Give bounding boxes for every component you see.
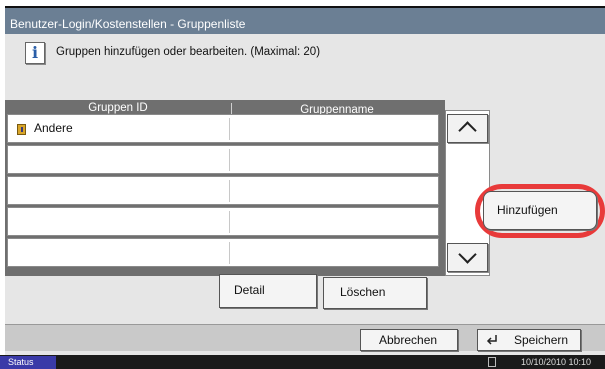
info-message: Gruppen hinzufügen oder bearbeiten. (Max…	[56, 46, 321, 58]
enter-icon	[486, 335, 497, 345]
table-row[interactable]	[7, 145, 439, 174]
date-time: 10/10/2010 10:10	[521, 357, 592, 367]
memory-card-icon	[488, 357, 496, 367]
chevron-up-icon	[458, 121, 477, 140]
table-row[interactable]	[7, 176, 439, 205]
add-button-label: Hinzufügen	[497, 203, 558, 217]
status-button[interactable]: Status	[0, 356, 56, 369]
status-bar	[0, 355, 605, 369]
detail-button[interactable]: Detail	[219, 274, 317, 308]
cell-divider	[229, 211, 230, 233]
table-row[interactable]: Andere	[7, 114, 439, 143]
cell-divider	[229, 149, 230, 171]
group-icon	[17, 124, 26, 135]
delete-button[interactable]: Löschen	[323, 277, 427, 309]
window-title: Benutzer-Login/Kostenstellen - Gruppenli…	[5, 8, 605, 34]
cell-divider	[229, 118, 230, 140]
group-list: Andere	[7, 114, 439, 272]
save-button[interactable]: Speichern	[477, 329, 581, 351]
cell-divider	[229, 180, 230, 202]
info-icon: i	[25, 42, 45, 64]
chevron-down-icon	[458, 245, 477, 264]
group-id-cell: Andere	[34, 121, 73, 135]
delete-button-label: Löschen	[340, 285, 386, 299]
table-row[interactable]	[7, 207, 439, 236]
table-row[interactable]	[7, 238, 439, 267]
save-button-label: Speichern	[514, 333, 569, 347]
add-button[interactable]: Hinzufügen	[483, 191, 597, 230]
cancel-button[interactable]: Abbrechen	[360, 329, 458, 351]
detail-button-label: Detail	[234, 283, 265, 297]
scroll-up-button[interactable]	[447, 114, 488, 143]
cancel-button-label: Abbrechen	[379, 333, 438, 347]
scroll-down-button[interactable]	[447, 243, 488, 272]
cell-divider	[229, 242, 230, 264]
